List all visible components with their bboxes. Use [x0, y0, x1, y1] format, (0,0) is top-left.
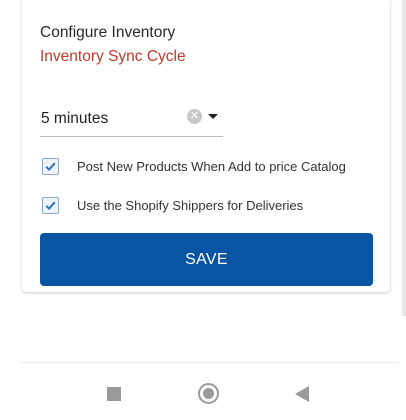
option-label-shopify-shippers: Use the Shopify Shippers for Deliveries: [77, 197, 304, 213]
configure-inventory-card: Configure Inventory Inventory Sync Cycle…: [22, 0, 390, 292]
clear-icon[interactable]: ✕: [187, 109, 202, 124]
option-row-shopify-shippers[interactable]: Use the Shopify Shippers for Deliveries: [40, 195, 303, 215]
checkmark-icon: [45, 201, 56, 210]
caret-down-icon[interactable]: [208, 114, 218, 119]
square-icon[interactable]: [107, 387, 121, 401]
checkbox-post-new-products[interactable]: [42, 157, 59, 175]
scroll-edge: [402, 0, 406, 316]
system-navigation-bar: [0, 362, 406, 420]
back-triangle-icon[interactable]: [295, 386, 309, 402]
sync-cycle-select[interactable]: 5 minutes ✕: [40, 104, 223, 137]
card-title: Configure Inventory: [40, 24, 176, 41]
sync-cycle-select-value: 5 minutes: [41, 110, 109, 127]
checkmark-icon: [45, 162, 56, 171]
save-button[interactable]: SAVE: [40, 233, 373, 286]
screen: Configure Inventory Inventory Sync Cycle…: [0, 0, 406, 420]
option-label-post-new-products: Post New Products When Add to price Cata…: [77, 158, 346, 174]
inventory-sync-cycle-label: Inventory Sync Cycle: [40, 48, 186, 65]
nav-divider: [20, 362, 398, 363]
circle-icon[interactable]: [198, 383, 219, 404]
option-row-post-new-products[interactable]: Post New Products When Add to price Cata…: [40, 156, 346, 176]
checkbox-shopify-shippers[interactable]: [42, 196, 59, 214]
